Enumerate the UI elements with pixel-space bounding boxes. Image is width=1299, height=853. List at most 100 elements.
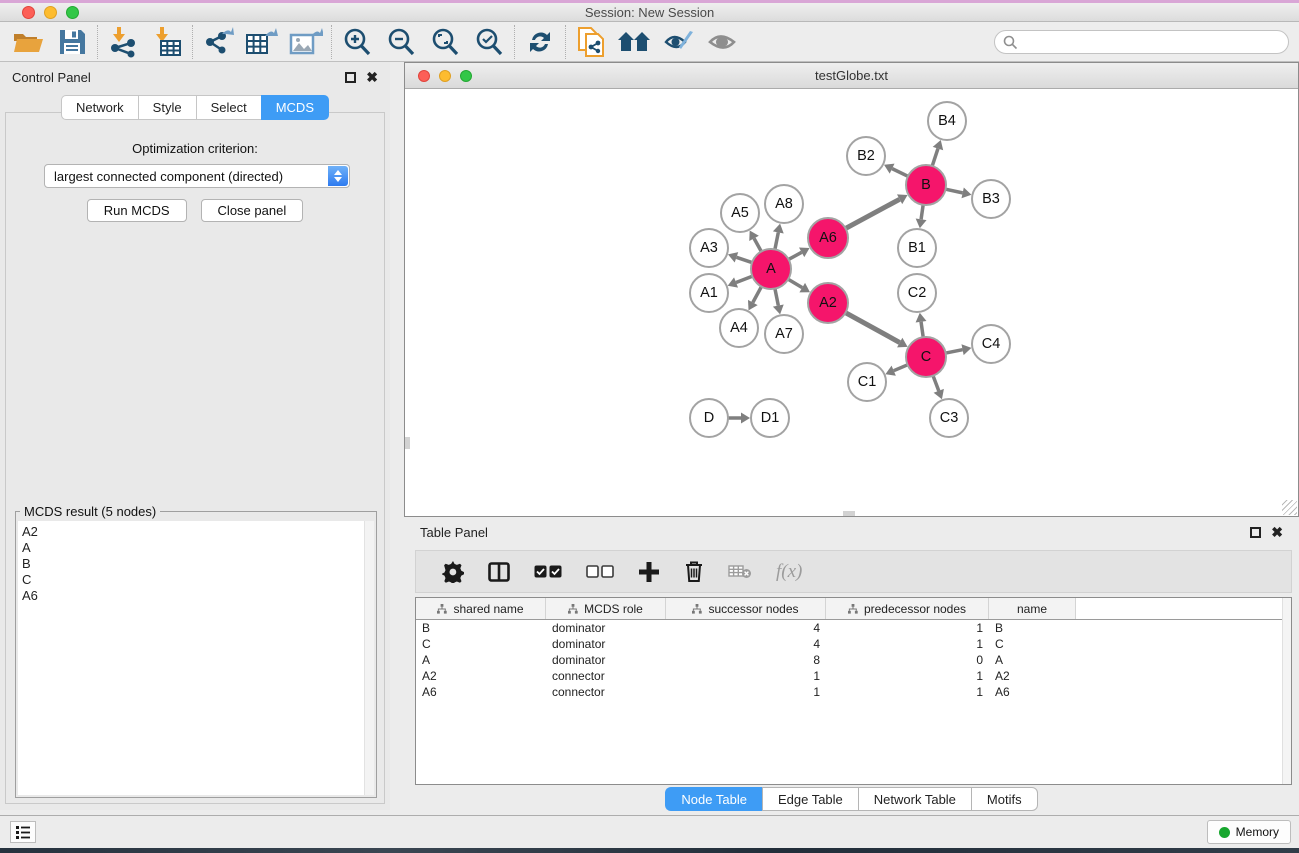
- zoom-in-icon[interactable]: [335, 23, 379, 61]
- column-layout-icon[interactable]: [476, 553, 522, 591]
- import-network-icon[interactable]: [101, 23, 145, 61]
- birdseye-icon[interactable]: [701, 23, 745, 61]
- import-table-icon[interactable]: [145, 23, 189, 61]
- tab-node-table[interactable]: Node Table: [665, 787, 762, 811]
- tab-network-table[interactable]: Network Table: [858, 787, 971, 811]
- graph-edge-arrowhead: [961, 344, 971, 355]
- graph-edge-C-C2[interactable]: [921, 322, 923, 337]
- graph-edge-arrowhead: [961, 188, 971, 199]
- network-close-button[interactable]: [418, 70, 430, 82]
- table-toolbar: f(x): [415, 550, 1292, 593]
- result-item[interactable]: A: [22, 540, 364, 556]
- toolbar-separator: [192, 25, 193, 59]
- column-header-name[interactable]: name: [989, 598, 1076, 619]
- graph-edge-A-A5[interactable]: [754, 238, 761, 251]
- open-session-icon[interactable]: [6, 23, 50, 61]
- network-minimize-button[interactable]: [439, 70, 451, 82]
- table-row[interactable]: Adominator80A: [416, 652, 1291, 668]
- table-row[interactable]: A2connector11A2: [416, 668, 1291, 684]
- close-panel-icon[interactable]: ✖: [366, 72, 378, 83]
- float-panel-icon[interactable]: [345, 72, 356, 83]
- graph-edge-B-B2[interactable]: [892, 169, 908, 177]
- graph-edge-A-A3[interactable]: [736, 257, 752, 262]
- column-header-MCDS-role[interactable]: MCDS role: [546, 598, 666, 619]
- add-column-icon[interactable]: [626, 553, 672, 591]
- tab-style[interactable]: Style: [138, 95, 196, 120]
- graph-edge-A-A2[interactable]: [788, 279, 802, 287]
- criterion-dropdown[interactable]: largest connected component (directed): [44, 164, 350, 188]
- mcds-result-list[interactable]: A2ABCA6: [18, 521, 364, 795]
- graph-edge-A-A4[interactable]: [753, 287, 762, 303]
- show-panels-button[interactable]: [10, 821, 36, 843]
- graph-node-label: B1: [908, 240, 926, 256]
- tab-network[interactable]: Network: [61, 95, 138, 120]
- node-table[interactable]: shared nameMCDS rolesuccessor nodesprede…: [415, 597, 1292, 785]
- network-canvas[interactable]: AA1A2A3A4A5A6A7A8BB1B2B3B4CC1C2C3C4DD1: [405, 90, 1298, 516]
- graph-edge-C-C4[interactable]: [946, 350, 963, 353]
- column-header-successor-nodes[interactable]: successor nodes: [666, 598, 826, 619]
- column-header-predecessor-nodes[interactable]: predecessor nodes: [826, 598, 989, 619]
- result-item[interactable]: A6: [22, 588, 364, 604]
- home-view-icon[interactable]: [613, 23, 657, 61]
- clone-network-icon[interactable]: [569, 23, 613, 61]
- export-network-icon[interactable]: [196, 23, 240, 61]
- export-table-icon[interactable]: [240, 23, 284, 61]
- run-mcds-button[interactable]: Run MCDS: [87, 199, 187, 222]
- graph-edge-B-B3[interactable]: [946, 189, 963, 193]
- select-all-checkboxes-icon[interactable]: [522, 553, 574, 591]
- graph-edge-C-C1[interactable]: [894, 365, 908, 371]
- search-input[interactable]: [1018, 35, 1288, 49]
- zoom-selected-icon[interactable]: [467, 23, 511, 61]
- result-item[interactable]: B: [22, 556, 364, 572]
- close-table-panel-icon[interactable]: ✖: [1271, 527, 1283, 538]
- graph-edge-A2-C[interactable]: [846, 313, 900, 343]
- canvas-horizontal-scroll-thumb[interactable]: [843, 511, 855, 516]
- export-image-icon[interactable]: [284, 23, 328, 61]
- graph-edge-C-C3[interactable]: [933, 376, 939, 391]
- deselect-all-checkboxes-icon[interactable]: [574, 553, 626, 591]
- network-window-titlebar[interactable]: testGlobe.txt: [405, 63, 1298, 89]
- graph-node-label: A8: [775, 196, 793, 212]
- table-row[interactable]: A6connector11A6: [416, 684, 1291, 700]
- toolbar-separator: [97, 25, 98, 59]
- maximize-window-button[interactable]: [66, 6, 79, 19]
- save-session-icon[interactable]: [50, 23, 94, 61]
- table-row[interactable]: Cdominator41C: [416, 636, 1291, 652]
- delete-column-icon[interactable]: [672, 553, 716, 591]
- result-item[interactable]: C: [22, 572, 364, 588]
- zoom-out-icon[interactable]: [379, 23, 423, 61]
- tab-motifs[interactable]: Motifs: [971, 787, 1038, 811]
- result-item[interactable]: A2: [22, 524, 364, 540]
- graph-edge-A-A6[interactable]: [789, 252, 802, 259]
- search-field[interactable]: [994, 30, 1289, 54]
- delete-table-icon[interactable]: [716, 553, 764, 591]
- graph-edge-B-B4[interactable]: [932, 149, 938, 166]
- close-window-button[interactable]: [22, 6, 35, 19]
- float-table-panel-icon[interactable]: [1250, 527, 1261, 538]
- close-panel-button[interactable]: Close panel: [201, 199, 304, 222]
- tab-mcds[interactable]: MCDS: [261, 95, 329, 120]
- graph-edge-A6-B[interactable]: [846, 199, 900, 228]
- table-row[interactable]: Bdominator41B: [416, 620, 1291, 636]
- control-panel-title: Control Panel: [12, 70, 91, 85]
- graph-edge-A-A1[interactable]: [736, 276, 752, 282]
- graph-node-label: B4: [938, 113, 956, 129]
- zoom-fit-icon[interactable]: [423, 23, 467, 61]
- result-scrollbar[interactable]: [364, 521, 374, 795]
- toggle-details-icon[interactable]: [657, 23, 701, 61]
- minimize-window-button[interactable]: [44, 6, 57, 19]
- memory-button[interactable]: Memory: [1207, 820, 1291, 844]
- tab-edge-table[interactable]: Edge Table: [762, 787, 858, 811]
- table-scrollbar[interactable]: [1282, 598, 1291, 784]
- column-header-shared-name[interactable]: shared name: [416, 598, 546, 619]
- graph-edge-A-A7[interactable]: [775, 289, 778, 306]
- network-maximize-button[interactable]: [460, 70, 472, 82]
- graph-edge-A-A8[interactable]: [775, 232, 778, 249]
- graph-edge-B-B1[interactable]: [921, 205, 923, 219]
- refresh-layout-icon[interactable]: [518, 23, 562, 61]
- settings-gear-icon[interactable]: [430, 553, 476, 591]
- canvas-vertical-scroll-thumb[interactable]: [405, 437, 410, 449]
- window-resize-grip[interactable]: [1282, 500, 1297, 515]
- function-builder-icon[interactable]: f(x): [764, 553, 814, 591]
- tab-select[interactable]: Select: [196, 95, 261, 120]
